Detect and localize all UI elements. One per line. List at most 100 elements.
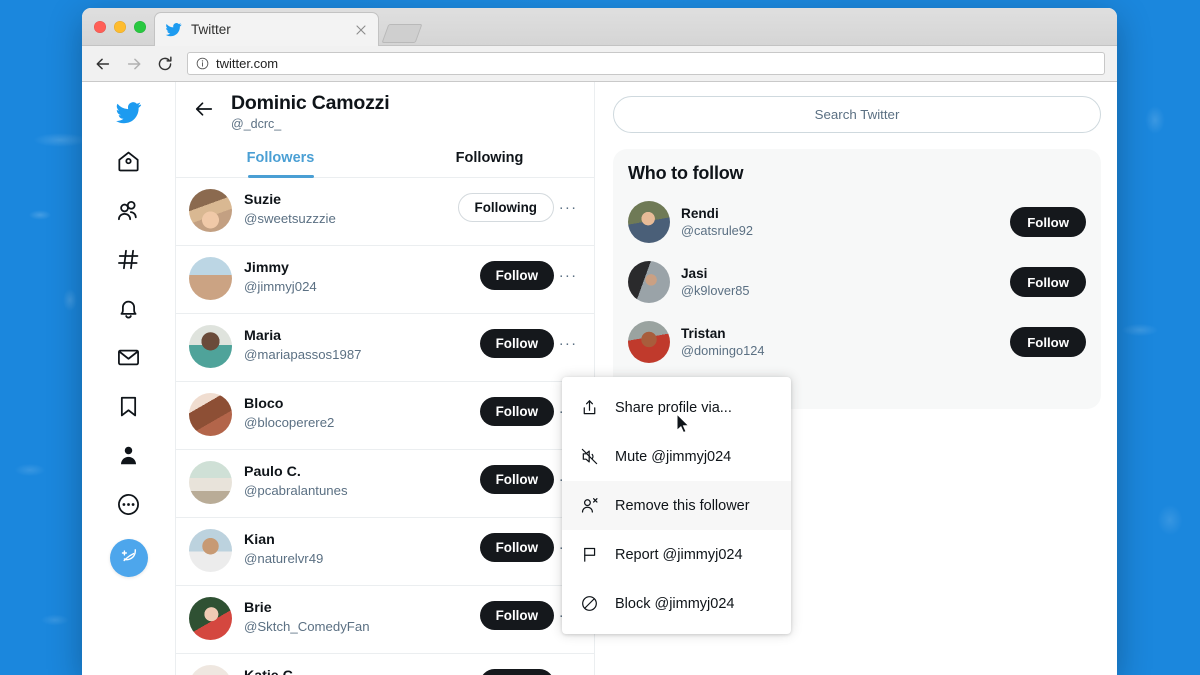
minimize-window-button[interactable]	[114, 21, 126, 33]
sidebar-item-profile[interactable]	[107, 433, 151, 477]
mute-icon	[579, 447, 600, 466]
follow-button[interactable]: Follow	[479, 669, 554, 675]
reload-icon[interactable]	[156, 55, 174, 73]
follower-row[interactable]: Suzie @sweetsuzzzie Following ···	[176, 178, 594, 246]
follower-handle: @Sktch_ComedyFan	[244, 619, 370, 634]
close-icon[interactable]	[354, 23, 368, 37]
address-bar[interactable]: twitter.com	[187, 52, 1105, 75]
suggestion-name: Rendi	[681, 206, 719, 221]
follow-button[interactable]: Follow	[479, 533, 554, 562]
left-navigation	[82, 82, 175, 675]
follower-name: Paulo C.	[244, 464, 301, 480]
avatar	[189, 461, 232, 504]
avatar	[189, 257, 232, 300]
follower-row[interactable]: Kian@naturelvr49Follow···	[176, 518, 594, 586]
suggestion-row[interactable]: Jasi @k9lover85 Follow	[613, 252, 1101, 312]
avatar	[189, 529, 232, 572]
follow-button[interactable]: Follow	[479, 601, 554, 630]
close-window-button[interactable]	[94, 21, 106, 33]
sidebar-item-explore[interactable]	[107, 237, 151, 281]
menu-item-label: Report @jimmyj024	[615, 546, 743, 563]
follower-row[interactable]: Paulo C.@pcabralantunesFollow···	[176, 450, 594, 518]
sidebar-item-twitter-logo[interactable]	[107, 90, 151, 134]
menu-item-label: Mute @jimmyj024	[615, 448, 732, 465]
follow-button[interactable]: Follow	[479, 329, 554, 358]
follower-handle: @mariapassos1987	[244, 347, 362, 362]
follower-row[interactable]: Maria @mariapassos1987 Follow ···	[176, 314, 594, 382]
sidebar-item-more[interactable]	[107, 482, 151, 526]
menu-item-flag[interactable]: Report @jimmyj024	[562, 530, 791, 579]
follower-row[interactable]: Katie C.Follow···	[176, 654, 594, 675]
menu-item-block[interactable]: Block @jimmyj024	[562, 579, 791, 628]
share-icon	[579, 398, 600, 417]
back-button[interactable]	[187, 94, 221, 128]
row-more-button[interactable]: ···	[554, 335, 582, 352]
follower-name: Maria	[244, 328, 282, 344]
follow-button[interactable]: Follow	[479, 465, 554, 494]
suggestion-name: Tristan	[681, 326, 726, 341]
menu-item-share[interactable]: Share profile via...	[562, 383, 791, 432]
suggestion-handle: @catsrule92	[681, 223, 754, 238]
avatar	[628, 321, 670, 363]
follower-name: Jimmy	[244, 260, 289, 276]
follower-name: Kian	[244, 532, 275, 548]
follower-row[interactable]: Brie@Sktch_ComedyFanFollow···	[176, 586, 594, 654]
avatar	[189, 393, 232, 436]
sidebar-item-bookmarks[interactable]	[107, 384, 151, 428]
bookmark-icon	[116, 394, 141, 419]
maximize-window-button[interactable]	[134, 21, 146, 33]
profile-header: Dominic Camozzi @_dcrc_	[176, 82, 594, 137]
hashtag-icon	[116, 247, 141, 272]
sidebar-item-notifications[interactable]	[107, 286, 151, 330]
row-more-button[interactable]: ···	[554, 267, 582, 284]
menu-item-label: Block @jimmyj024	[615, 595, 735, 612]
menu-item-person-remove[interactable]: Remove this follower	[562, 481, 791, 530]
menu-item-label: Share profile via...	[615, 399, 732, 416]
avatar	[189, 597, 232, 640]
suggestion-name: Jasi	[681, 266, 708, 281]
page-title: Dominic Camozzi	[231, 92, 390, 114]
follow-button[interactable]: Follow	[479, 261, 554, 290]
menu-item-mute[interactable]: Mute @jimmyj024	[562, 432, 791, 481]
followers-column: Dominic Camozzi @_dcrc_ Followers Follow…	[175, 82, 595, 675]
search-input[interactable]: Search Twitter	[613, 96, 1101, 133]
follower-handle: @blocoperere2	[244, 415, 335, 430]
window-traffic-lights	[94, 21, 146, 33]
followers-list: Suzie @sweetsuzzzie Following ··· Jimmy @jimm…	[176, 178, 594, 675]
follower-handle: @jimmyj024	[244, 279, 317, 294]
browser-toolbar: twitter.com	[82, 46, 1117, 82]
follow-button[interactable]: Follow	[1010, 327, 1086, 357]
follower-handle: @sweetsuzzzie	[244, 211, 336, 226]
row-more-button[interactable]: ···	[554, 199, 582, 216]
follower-row[interactable]: Bloco@blocoperere2Follow···	[176, 382, 594, 450]
follow-button[interactable]: Follow	[479, 397, 554, 426]
site-info-icon[interactable]	[196, 57, 209, 70]
forward-navigation-icon[interactable]	[125, 55, 143, 73]
follow-button[interactable]: Follow	[1010, 267, 1086, 297]
follower-handle: @naturelvr49	[244, 551, 324, 566]
follower-name: Suzie	[244, 192, 282, 208]
back-navigation-icon[interactable]	[94, 55, 112, 73]
new-tab-button[interactable]	[381, 24, 423, 43]
follower-name: Bloco	[244, 396, 284, 412]
follower-row[interactable]: Jimmy @jimmyj024 Follow ···	[176, 246, 594, 314]
tab-following[interactable]: Following	[385, 137, 594, 177]
arrow-left-icon	[194, 99, 214, 124]
suggestion-row[interactable]: Tristan @domingo124 Follow	[613, 312, 1101, 372]
follow-button[interactable]: Follow	[1010, 207, 1086, 237]
address-bar-url: twitter.com	[216, 56, 279, 71]
who-to-follow-title: Who to follow	[628, 163, 744, 183]
feather-plus-icon	[119, 546, 139, 571]
profile-handle: @_dcrc_	[231, 117, 282, 131]
twitter-bird-icon	[115, 99, 142, 126]
following-button[interactable]: Following	[457, 193, 554, 222]
suggestion-row[interactable]: Rendi @catsrule92 Follow	[613, 192, 1101, 252]
follower-handle: @pcabralantunes	[244, 483, 348, 498]
follower-name: Katie C.	[244, 667, 480, 675]
sidebar-item-home[interactable]	[107, 139, 151, 183]
tab-followers[interactable]: Followers	[176, 137, 385, 177]
browser-tab[interactable]: Twitter	[154, 12, 379, 46]
sidebar-item-messages[interactable]	[107, 335, 151, 379]
sidebar-item-communities[interactable]	[107, 188, 151, 232]
compose-tweet-button[interactable]	[109, 539, 148, 577]
